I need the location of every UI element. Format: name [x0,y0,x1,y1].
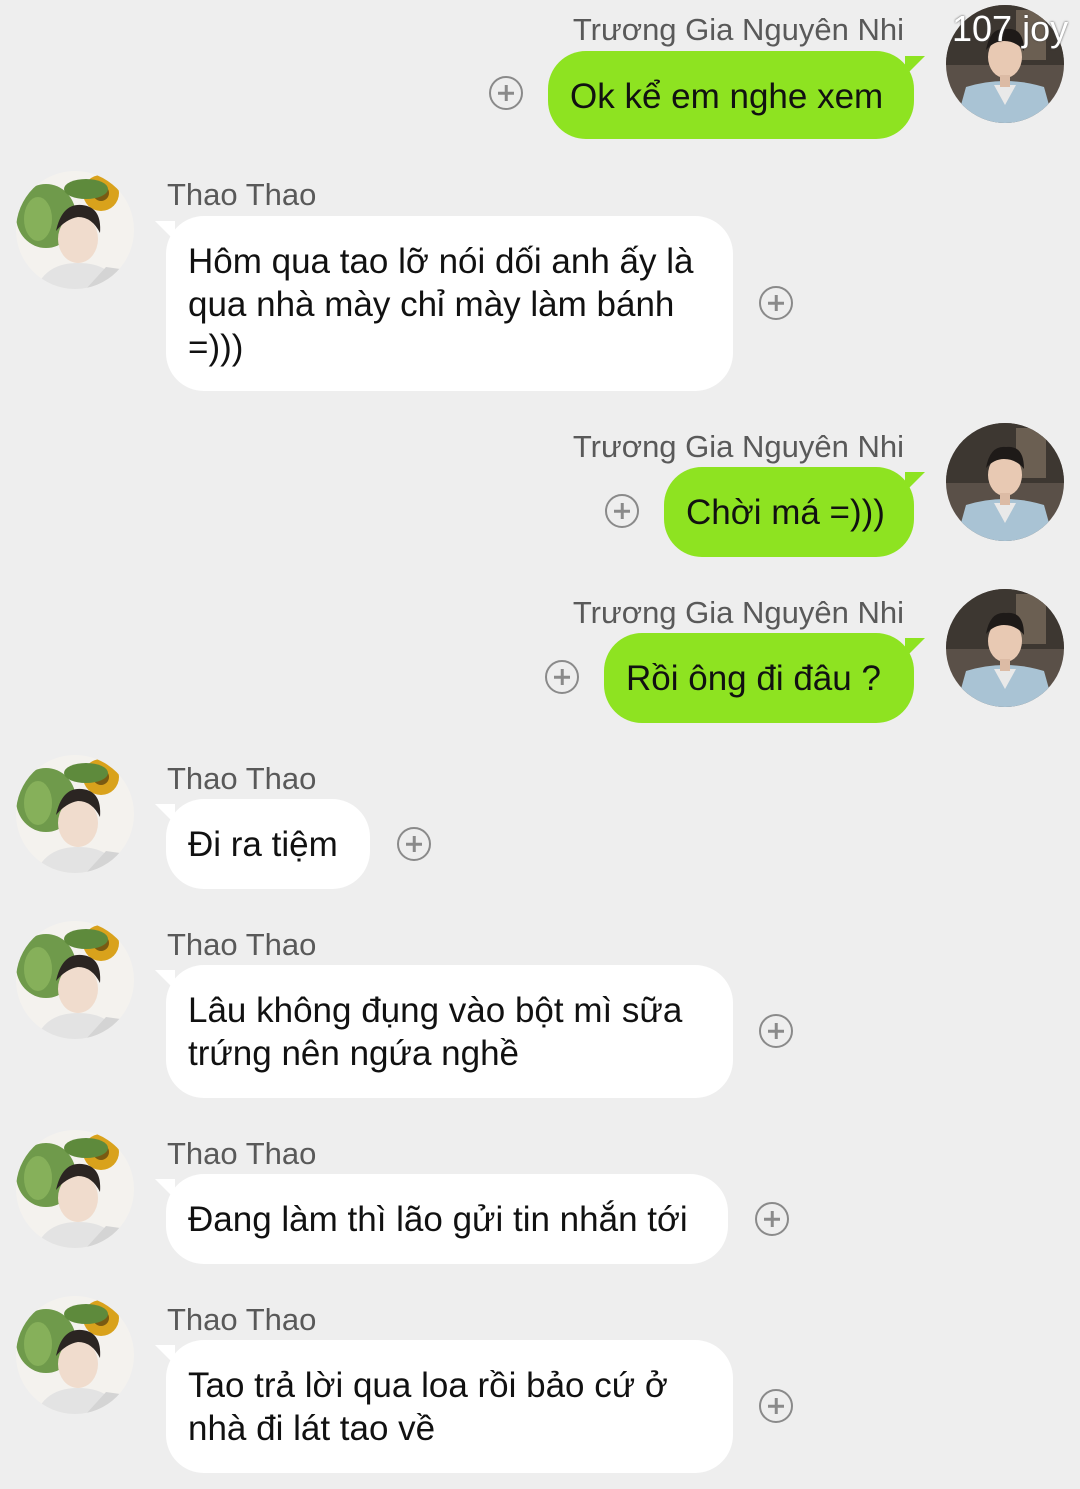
sender-name: Thao Thao [167,177,317,212]
avatar[interactable] [16,1296,134,1414]
message-bubble[interactable]: Chời má =))) [664,467,914,557]
bubble-tail [905,56,925,76]
add-reaction-icon[interactable] [397,827,431,861]
message-bubble[interactable]: Lâu không đụng vào bột mì sữa trứng nên … [166,965,733,1098]
add-reaction-icon[interactable] [545,660,579,694]
sender-name: Thao Thao [167,927,317,962]
avatar[interactable] [16,921,134,1039]
avatar[interactable] [946,589,1064,707]
message-bubble[interactable]: Đang làm thì lão gửi tin nhắn tới [166,1174,728,1264]
avatar[interactable] [16,755,134,873]
add-reaction-icon[interactable] [755,1202,789,1236]
add-reaction-icon[interactable] [759,1014,793,1048]
message-bubble[interactable]: Hôm qua tao lỡ nói dối anh ấy là qua nhà… [166,216,733,391]
add-reaction-icon[interactable] [759,286,793,320]
user-avatar-photo [16,921,134,1039]
sender-name: Thao Thao [167,761,317,796]
bubble-tail [905,472,925,492]
add-reaction-icon[interactable] [759,1389,793,1423]
user-avatar-photo [946,423,1064,541]
message-bubble[interactable]: Rồi ông đi đâu ? [604,633,914,723]
avatar[interactable] [16,1130,134,1248]
add-reaction-icon[interactable] [489,76,523,110]
sender-name: Trương Gia Nguyên Nhi [572,429,904,464]
add-reaction-icon[interactable] [605,494,639,528]
user-avatar-photo [16,1130,134,1248]
bubble-tail [905,638,925,658]
watermark: 107 joy [952,8,1069,49]
avatar[interactable] [946,423,1064,541]
message-bubble[interactable]: Tao trả lời qua loa rồi bảo cứ ở nhà đi … [166,1340,733,1473]
sender-name: Trương Gia Nguyên Nhi [572,12,904,47]
message-bubble[interactable]: Đi ra tiệm [166,799,370,889]
message-bubble[interactable]: Ok kể em nghe xem [548,51,914,139]
sender-name: Trương Gia Nguyên Nhi [572,595,904,630]
user-avatar-photo [946,589,1064,707]
user-avatar-photo [16,171,134,289]
avatar[interactable] [16,171,134,289]
user-avatar-photo [16,1296,134,1414]
sender-name: Thao Thao [167,1302,317,1337]
user-avatar-photo [16,755,134,873]
sender-name: Thao Thao [167,1136,317,1171]
